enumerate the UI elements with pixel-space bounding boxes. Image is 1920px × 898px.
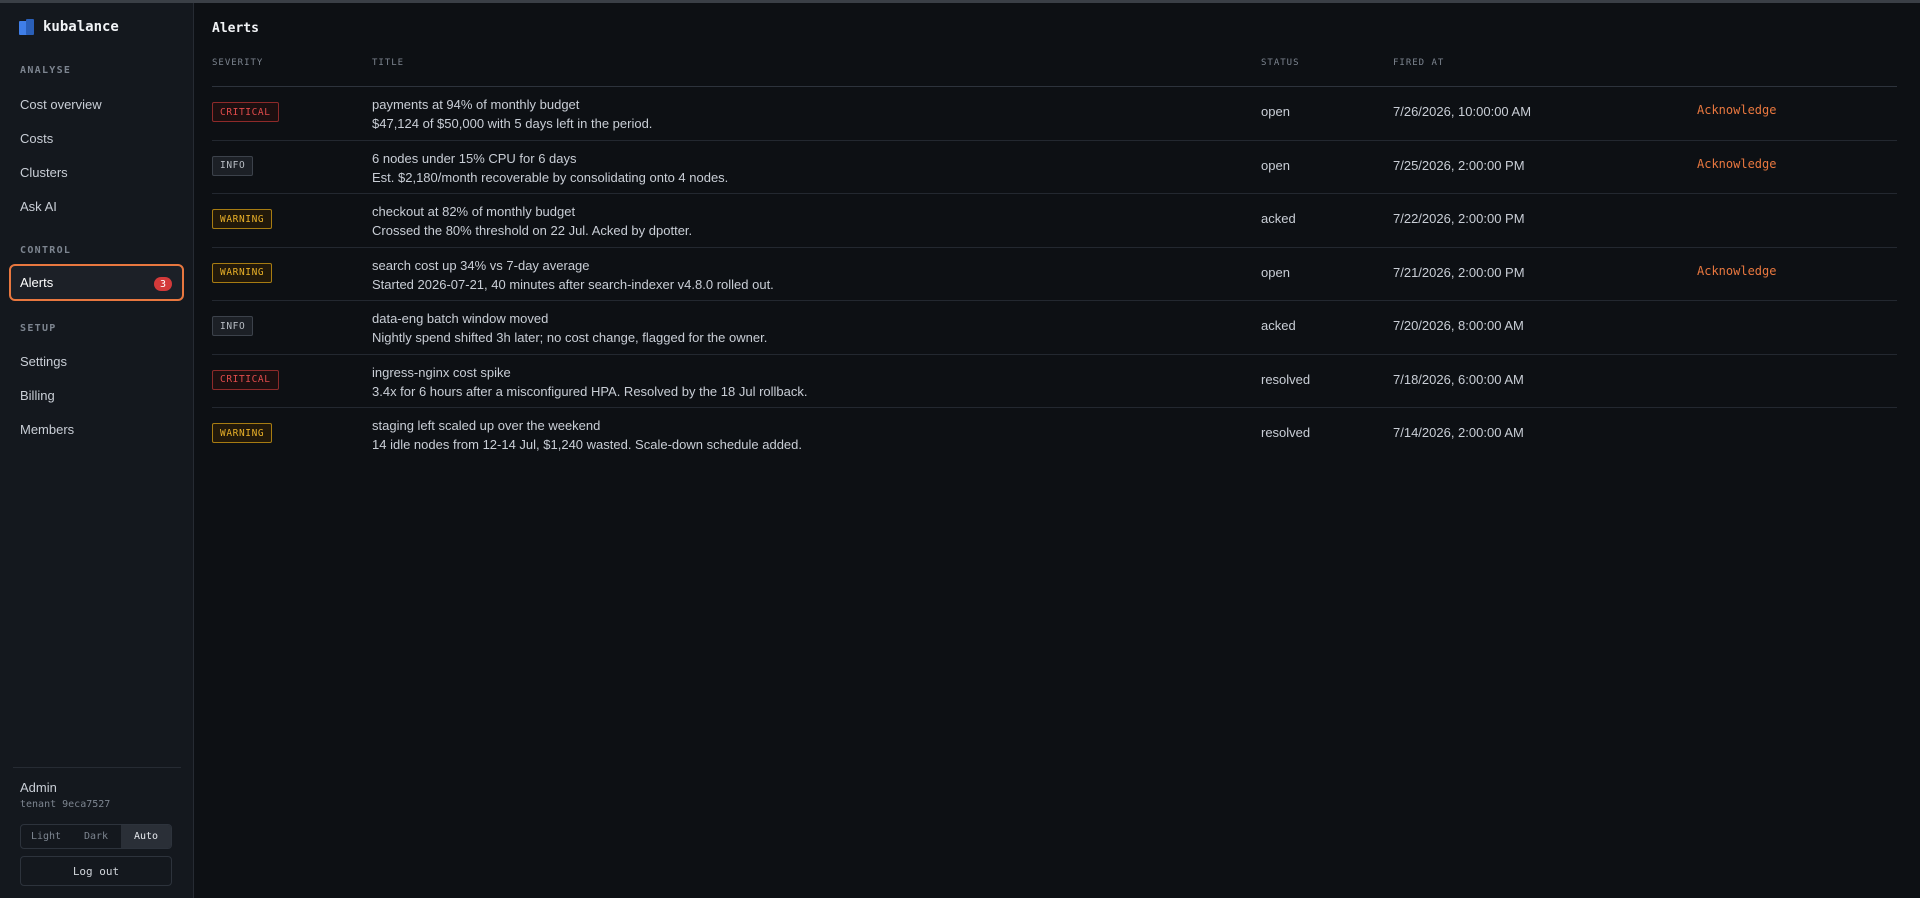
column-header-title: TITLE [372, 58, 405, 68]
brand[interactable]: kubalance [19, 19, 119, 35]
sidebar-item-label: Cost overview [20, 97, 102, 112]
table-row: WARNING search cost up 34% vs 7-day avera… [212, 248, 1897, 301]
alerts-table: SEVERITY TITLE STATUS FIRED AT CRITICAL p… [212, 53, 1897, 462]
severity-badge: WARNING [212, 262, 273, 283]
sidebar-item-costs[interactable]: Costs [9, 120, 184, 157]
sidebar-footer-divider [13, 767, 181, 768]
acknowledge-button[interactable]: Acknowledge [1697, 103, 1776, 117]
tenant-id: tenant 9eca7527 [20, 799, 111, 810]
alert-title: data-eng batch window moved [372, 311, 549, 326]
sidebar-item-settings[interactable]: Settings [9, 343, 184, 380]
user-name: Admin [20, 780, 57, 795]
column-header-severity: SEVERITY [212, 58, 264, 68]
theme-option-auto[interactable]: Auto [121, 825, 171, 848]
severity-badge: WARNING [212, 209, 273, 229]
sidebar-item-members[interactable]: Members [9, 411, 184, 448]
alert-title-cell: search cost up 34% vs 7-day average Start… [372, 256, 774, 294]
alert-detail: 14 idle nodes from 12-14 Jul, $1,240 was… [372, 437, 803, 452]
table-row: CRITICAL ingress-nginx cost spike 3.4x for… [212, 355, 1897, 408]
theme-option-light[interactable]: Light [21, 825, 71, 848]
table-row: INFO data-eng batch window moved Nightly s… [212, 301, 1897, 355]
acknowledge-button[interactable]: Acknowledge [1697, 157, 1776, 171]
table-row: CRITICAL payments at 94% of monthly budge… [212, 87, 1897, 141]
page-title: Alerts [212, 21, 259, 36]
alert-status: open [1261, 104, 1290, 119]
alert-title-cell: checkout at 82% of monthly budget Crossed… [372, 202, 692, 240]
alert-detail: Started 2026-07-21, 40 minutes after sea… [372, 276, 774, 292]
section-title-setup: SETUP [20, 323, 57, 334]
alert-fired-at: 7/14/2026, 2:00:00 AM [1393, 425, 1524, 440]
alert-fired-at: 7/26/2026, 10:00:00 AM [1393, 104, 1532, 119]
alert-fired-at: 7/22/2026, 2:00:00 PM [1393, 211, 1525, 226]
sidebar-item-label: Alerts [20, 275, 54, 290]
alert-title: ingress-nginx cost spike [372, 364, 511, 380]
sidebar-item-clusters[interactable]: Clusters [9, 154, 184, 191]
alert-title-cell: payments at 94% of monthly budget $47,124… [372, 95, 652, 133]
section-title-control: CONTROL [20, 245, 72, 256]
alert-status: resolved [1261, 425, 1311, 440]
sidebar-item-label: Settings [20, 354, 67, 369]
brand-name: kubalance [43, 19, 119, 35]
severity-badge: INFO [212, 316, 254, 336]
alert-detail: Nightly spend shifted 3h later; no cost … [372, 330, 768, 345]
sidebar-item-alerts[interactable]: Alerts 3 [9, 264, 184, 301]
alert-title-cell: data-eng batch window moved Nightly spend… [372, 309, 767, 347]
alert-title: payments at 94% of monthly budget [372, 97, 580, 112]
alert-status: resolved [1261, 371, 1311, 387]
alert-title-cell: staging left scaled up over the weekend 1… [372, 416, 802, 454]
alert-status: open [1261, 264, 1290, 280]
sidebar-item-label: Members [20, 422, 75, 437]
table-row: INFO 6 nodes under 15% CPU for 6 days Est.… [212, 141, 1897, 194]
alert-title-cell: 6 nodes under 15% CPU for 6 days Est. $2,… [372, 149, 728, 187]
severity-badge: CRITICAL [212, 102, 279, 122]
alert-fired-at: 7/21/2026, 2:00:00 PM [1393, 264, 1525, 280]
logout-button[interactable]: Log out [20, 856, 172, 886]
alert-detail: $47,124 of $50,000 with 5 days left in t… [372, 116, 653, 131]
sidebar-item-label: Billing [20, 388, 55, 403]
alert-status: open [1261, 157, 1290, 173]
alert-title: 6 nodes under 15% CPU for 6 days [372, 150, 577, 166]
alert-detail: Est. $2,180/month recoverable by consoli… [372, 169, 729, 185]
section-title-analyse: ANALYSE [20, 65, 72, 76]
alert-title: staging left scaled up over the weekend [372, 418, 601, 433]
theme-option-dark[interactable]: Dark [71, 825, 121, 848]
sidebar: kubalance ANALYSE Cost overview Costs Cl… [0, 3, 194, 898]
alert-status: acked [1261, 211, 1296, 226]
column-header-status: STATUS [1261, 58, 1300, 68]
kubalance-logo-icon [19, 19, 34, 35]
app-shell: kubalance ANALYSE Cost overview Costs Cl… [0, 3, 1920, 898]
table-body: CRITICAL payments at 94% of monthly budge… [212, 87, 1897, 462]
table-header: SEVERITY TITLE STATUS FIRED AT [212, 53, 1897, 87]
theme-toggle: Light Dark Auto [20, 824, 172, 849]
alert-detail: 3.4x for 6 hours after a misconfigured H… [372, 383, 808, 399]
table-row: WARNING staging left scaled up over the w… [212, 408, 1897, 462]
severity-badge: CRITICAL [212, 369, 279, 390]
main-content: Alerts SEVERITY TITLE STATUS FIRED AT CR… [194, 3, 1920, 898]
sidebar-item-billing[interactable]: Billing [9, 377, 184, 414]
alert-title: search cost up 34% vs 7-day average [372, 257, 590, 273]
alerts-count-badge: 3 [154, 277, 172, 291]
table-row: WARNING checkout at 82% of monthly budget… [212, 194, 1897, 248]
column-header-fired-at: FIRED AT [1393, 58, 1445, 68]
acknowledge-button[interactable]: Acknowledge [1697, 264, 1776, 278]
alert-title: checkout at 82% of monthly budget [372, 204, 576, 219]
sidebar-item-label: Clusters [20, 165, 68, 180]
alert-title-cell: ingress-nginx cost spike 3.4x for 6 hours… [372, 363, 807, 401]
alert-detail: Crossed the 80% threshold on 22 Jul. Ack… [372, 223, 693, 238]
alert-fired-at: 7/25/2026, 2:00:00 PM [1393, 157, 1525, 173]
alert-status: acked [1261, 318, 1296, 333]
sidebar-item-ask-ai[interactable]: Ask AI [9, 188, 184, 225]
sidebar-item-label: Ask AI [20, 199, 57, 214]
severity-badge: WARNING [212, 423, 273, 443]
alert-fired-at: 7/20/2026, 8:00:00 AM [1393, 318, 1524, 333]
severity-badge: INFO [212, 155, 254, 176]
sidebar-item-cost-overview[interactable]: Cost overview [9, 86, 184, 123]
alert-fired-at: 7/18/2026, 6:00:00 AM [1393, 371, 1524, 387]
sidebar-item-label: Costs [20, 131, 54, 146]
